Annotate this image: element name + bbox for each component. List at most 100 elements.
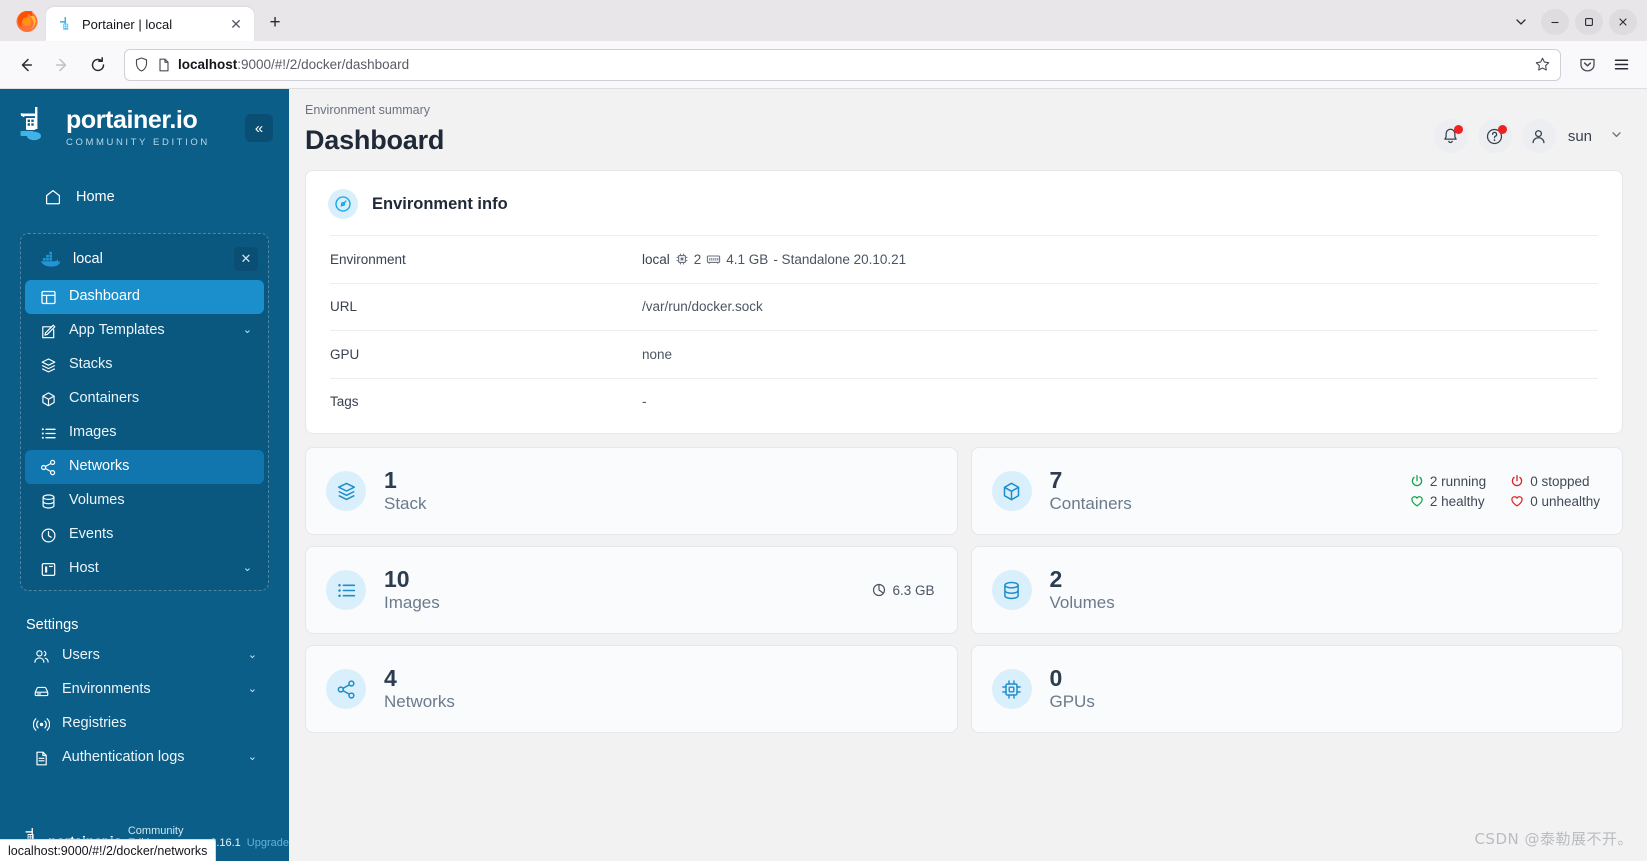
sidebar-item-host[interactable]: Host ⌄	[25, 552, 264, 586]
stat-count: 2	[1049, 565, 1063, 592]
stat-text: 2 Volumes	[1050, 567, 1115, 614]
info-key: Tags	[330, 394, 359, 410]
browser-tab[interactable]: Portainer | local ✕	[46, 7, 254, 41]
stat-count: 0	[1049, 664, 1063, 691]
stat-count: 10	[384, 565, 410, 592]
pocket-save-icon[interactable]	[1571, 49, 1603, 81]
page-content: portainer.io COMMUNITY EDITION « Home lo…	[0, 89, 1647, 861]
user-avatar[interactable]	[1521, 119, 1556, 153]
sidebar-item-containers[interactable]: Containers	[25, 382, 264, 416]
environment-suffix: - Standalone 20.10.21	[773, 251, 907, 267]
tab-close-icon[interactable]: ✕	[226, 14, 246, 34]
page-info-icon[interactable]	[156, 57, 172, 73]
sidebar-header: portainer.io COMMUNITY EDITION «	[0, 89, 289, 161]
new-tab-button[interactable]: +	[260, 8, 290, 38]
user-menu-name[interactable]: sun	[1568, 128, 1592, 145]
container-statuses: 2 running 0 stopped 2 healthy 0 unhealth…	[1410, 474, 1600, 509]
stat-card-containers[interactable]: 7 Containers 2 running 0 stopped 2 healt…	[970, 447, 1623, 535]
sidebar-item-images[interactable]: Images	[25, 416, 264, 450]
watermark: CSDN @泰勒展不开。	[1474, 830, 1633, 848]
stat-label: GPUs	[1049, 691, 1095, 711]
sidebar-item-registries[interactable]: Registries	[20, 707, 269, 741]
bookmark-star-icon[interactable]	[1530, 53, 1554, 77]
stat-card-stacks[interactable]: 1 Stack	[305, 447, 958, 535]
sidebar-environment-header[interactable]: local ✕	[25, 238, 264, 280]
sidebar-item-label: Users	[62, 647, 100, 664]
sidebar-item-networks[interactable]: Networks	[25, 450, 264, 484]
stat-card-images[interactable]: 10 Images 6.3 GB	[305, 546, 958, 634]
status-grid: 2 running 0 stopped 2 healthy 0 unhealth…	[1410, 474, 1600, 509]
window-maximize-button[interactable]	[1575, 9, 1603, 35]
chevron-down-icon[interactable]: ⌄	[248, 649, 259, 662]
sidebar-item-dashboard[interactable]: Dashboard	[25, 280, 264, 314]
sidebar-item-users[interactable]: Users ⌄	[20, 639, 269, 673]
sidebar-brand: portainer.io COMMUNITY EDITION	[66, 108, 210, 148]
sidebar: portainer.io COMMUNITY EDITION « Home lo…	[0, 89, 289, 861]
tab-title: Portainer | local	[82, 16, 173, 32]
forward-button-icon[interactable]	[46, 49, 78, 81]
sidebar-item-volumes[interactable]: Volumes	[25, 484, 264, 518]
tab-list-chevron-down-icon[interactable]	[1507, 9, 1535, 35]
sidebar-item-home[interactable]: Home	[20, 179, 269, 215]
info-key: Environment	[330, 251, 406, 267]
sidebar-item-stacks[interactable]: Stacks	[25, 348, 264, 382]
sidebar-item-label: Stacks	[69, 356, 113, 373]
sidebar-environment-group: local ✕ Dashboard App Templates ⌄ Stacks…	[20, 233, 269, 591]
chevron-down-icon[interactable]: ⌄	[243, 562, 254, 575]
card-title: Environment info	[372, 194, 508, 213]
status-stopped: 0 stopped	[1510, 474, 1600, 489]
volumes-icon	[39, 492, 57, 510]
breadcrumb: Environment summary	[305, 103, 431, 117]
stat-text: 4 Networks	[384, 666, 455, 713]
back-button-icon[interactable]	[10, 49, 42, 81]
card-header: Environment info	[306, 171, 1622, 235]
stat-card-networks[interactable]: 4 Networks	[305, 645, 958, 733]
reload-button-icon[interactable]	[82, 49, 114, 81]
portainer-logo-icon	[18, 105, 60, 151]
main-content: Environment summary Dashboard sun Enviro…	[289, 89, 1647, 861]
stat-card-volumes[interactable]: 2 Volumes	[970, 546, 1623, 634]
images-icon	[39, 424, 57, 442]
stat-label: Stack	[384, 493, 427, 513]
info-row-gpu: GPU none	[330, 330, 1598, 378]
window-close-button[interactable]	[1609, 9, 1637, 35]
shield-icon[interactable]	[133, 56, 150, 73]
sidebar-item-label: Images	[69, 424, 117, 441]
chevron-down-icon[interactable]: ⌄	[248, 683, 259, 696]
url-path: :9000/#!/2/docker/dashboard	[237, 57, 410, 72]
sidebar-item-label: Events	[69, 526, 114, 543]
help-button[interactable]	[1477, 119, 1512, 153]
stat-label: Volumes	[1049, 592, 1115, 612]
images-size-wrap: 6.3 GB	[872, 583, 935, 598]
stat-card-gpus[interactable]: 0 GPUs	[970, 645, 1623, 733]
sidebar-item-authentication-logs[interactable]: Authentication logs ⌄	[20, 741, 269, 775]
chevron-down-icon[interactable]: ⌄	[243, 324, 254, 337]
dashboard-icon	[39, 288, 57, 306]
browser-window: Portainer | local ✕ + localhost:9000/#!/…	[0, 0, 1647, 861]
url-text[interactable]: localhost:9000/#!/2/docker/dashboard	[178, 57, 1524, 72]
stat-label: Images	[384, 592, 440, 612]
sidebar-item-environments[interactable]: Environments ⌄	[20, 673, 269, 707]
chevron-down-icon[interactable]: ⌄	[248, 751, 259, 764]
sidebar-settings-group: Users ⌄ Environments ⌄ Registries Authen…	[0, 639, 289, 775]
memory-icon	[706, 252, 721, 266]
stat-text: 0 GPUs	[1050, 666, 1095, 713]
events-icon	[39, 526, 57, 544]
address-bar[interactable]: localhost:9000/#!/2/docker/dashboard	[124, 48, 1561, 81]
browser-toolbar-right	[1571, 49, 1637, 81]
footer-upgrade-link[interactable]: Upgrade	[247, 837, 289, 849]
status-label: 2 running	[1429, 473, 1487, 489]
sidebar-collapse-button[interactable]: «	[245, 114, 273, 142]
app-menu-icon[interactable]	[1605, 49, 1637, 81]
tab-strip: Portainer | local ✕ +	[0, 0, 1647, 41]
sidebar-item-events[interactable]: Events	[25, 518, 264, 552]
user-menu-chevron-down-icon[interactable]	[1610, 128, 1623, 144]
sidebar-item-app-templates[interactable]: App Templates ⌄	[25, 314, 264, 348]
notifications-button[interactable]	[1433, 119, 1468, 153]
containers-icon	[991, 471, 1032, 511]
environments-icon	[32, 681, 50, 699]
stacks-icon	[39, 356, 57, 374]
sidebar-environment-close-icon[interactable]: ✕	[234, 247, 258, 271]
window-minimize-button[interactable]	[1541, 9, 1569, 35]
help-badge	[1497, 125, 1507, 134]
